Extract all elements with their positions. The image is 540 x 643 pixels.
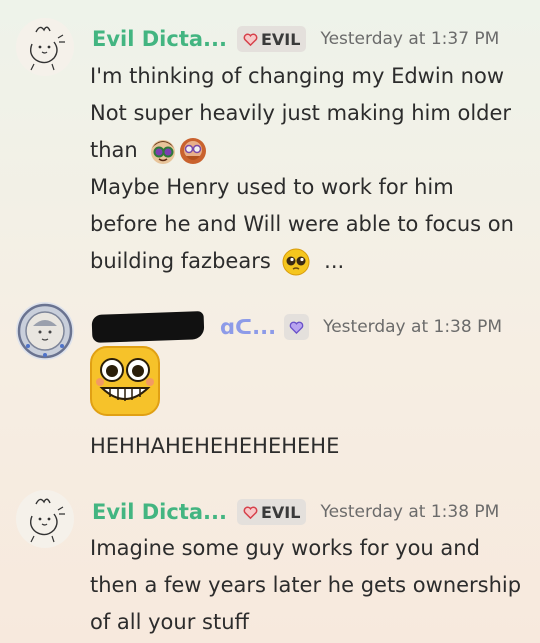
message-content: Imagine some guy works for you and then … bbox=[90, 530, 530, 641]
sketch-bunny-avatar-icon bbox=[16, 18, 74, 76]
message-line: Imagine some guy works for you and bbox=[90, 536, 480, 560]
pleading-face-emoji[interactable] bbox=[281, 247, 311, 277]
sketch-bunny-avatar-icon bbox=[16, 490, 74, 548]
message-header: ɑᑕ... Yesterday at 1:38 PM bbox=[91, 311, 502, 343]
user-avatar[interactable] bbox=[16, 18, 74, 76]
grinning-cat-emoji[interactable] bbox=[90, 346, 160, 416]
message-line-text: than bbox=[90, 138, 138, 162]
message-line: building fazbears ... bbox=[90, 243, 530, 280]
guild-tag[interactable] bbox=[284, 314, 310, 340]
character-emoji-2[interactable] bbox=[178, 136, 208, 166]
message-line: than bbox=[90, 132, 530, 169]
timestamp[interactable]: Yesterday at 1:37 PM bbox=[320, 29, 499, 49]
message-line: Not super heavily just making him older bbox=[90, 101, 512, 125]
username[interactable]: Evil Dicta... bbox=[92, 27, 227, 51]
message-content: HEHHAHEHEHEHEHEHE bbox=[90, 428, 530, 465]
username[interactable]: Evil Dicta... bbox=[92, 500, 227, 524]
redacted-username bbox=[91, 311, 205, 343]
user-avatar[interactable] bbox=[16, 302, 74, 360]
guild-tag[interactable]: EVIL bbox=[236, 26, 307, 52]
guild-tag-label: EVIL bbox=[260, 502, 301, 522]
character-emoji-1[interactable] bbox=[148, 136, 178, 166]
astronaut-avatar-icon bbox=[16, 302, 74, 360]
heart-icon bbox=[243, 506, 258, 519]
heart-icon bbox=[243, 33, 258, 46]
guild-tag[interactable]: EVIL bbox=[236, 499, 307, 525]
message-content: I'm thinking of changing my Edwin now No… bbox=[90, 58, 530, 280]
message-line: then a few years later he gets ownership bbox=[90, 573, 522, 597]
username[interactable]: ɑᑕ... bbox=[220, 315, 276, 339]
message-header: Evil Dicta... EVIL Yesterday at 1:38 PM bbox=[92, 499, 499, 525]
message-line: before he and Will were able to focus on bbox=[90, 212, 514, 236]
timestamp[interactable]: Yesterday at 1:38 PM bbox=[323, 317, 502, 337]
message-line-text: ... bbox=[324, 249, 345, 273]
message-line: of all your stuff bbox=[90, 610, 249, 634]
user-avatar[interactable] bbox=[16, 490, 74, 548]
message-line: I'm thinking of changing my Edwin now bbox=[90, 64, 505, 88]
message-header: Evil Dicta... EVIL Yesterday at 1:37 PM bbox=[92, 26, 499, 52]
message-line-text: building fazbears bbox=[90, 249, 271, 273]
guild-tag-label: EVIL bbox=[260, 29, 301, 49]
timestamp[interactable]: Yesterday at 1:38 PM bbox=[320, 502, 499, 522]
purple-heart-icon bbox=[289, 321, 304, 334]
message-line: HEHHAHEHEHEHEHEHE bbox=[90, 434, 340, 458]
message-line: Maybe Henry used to work for him bbox=[90, 175, 454, 199]
